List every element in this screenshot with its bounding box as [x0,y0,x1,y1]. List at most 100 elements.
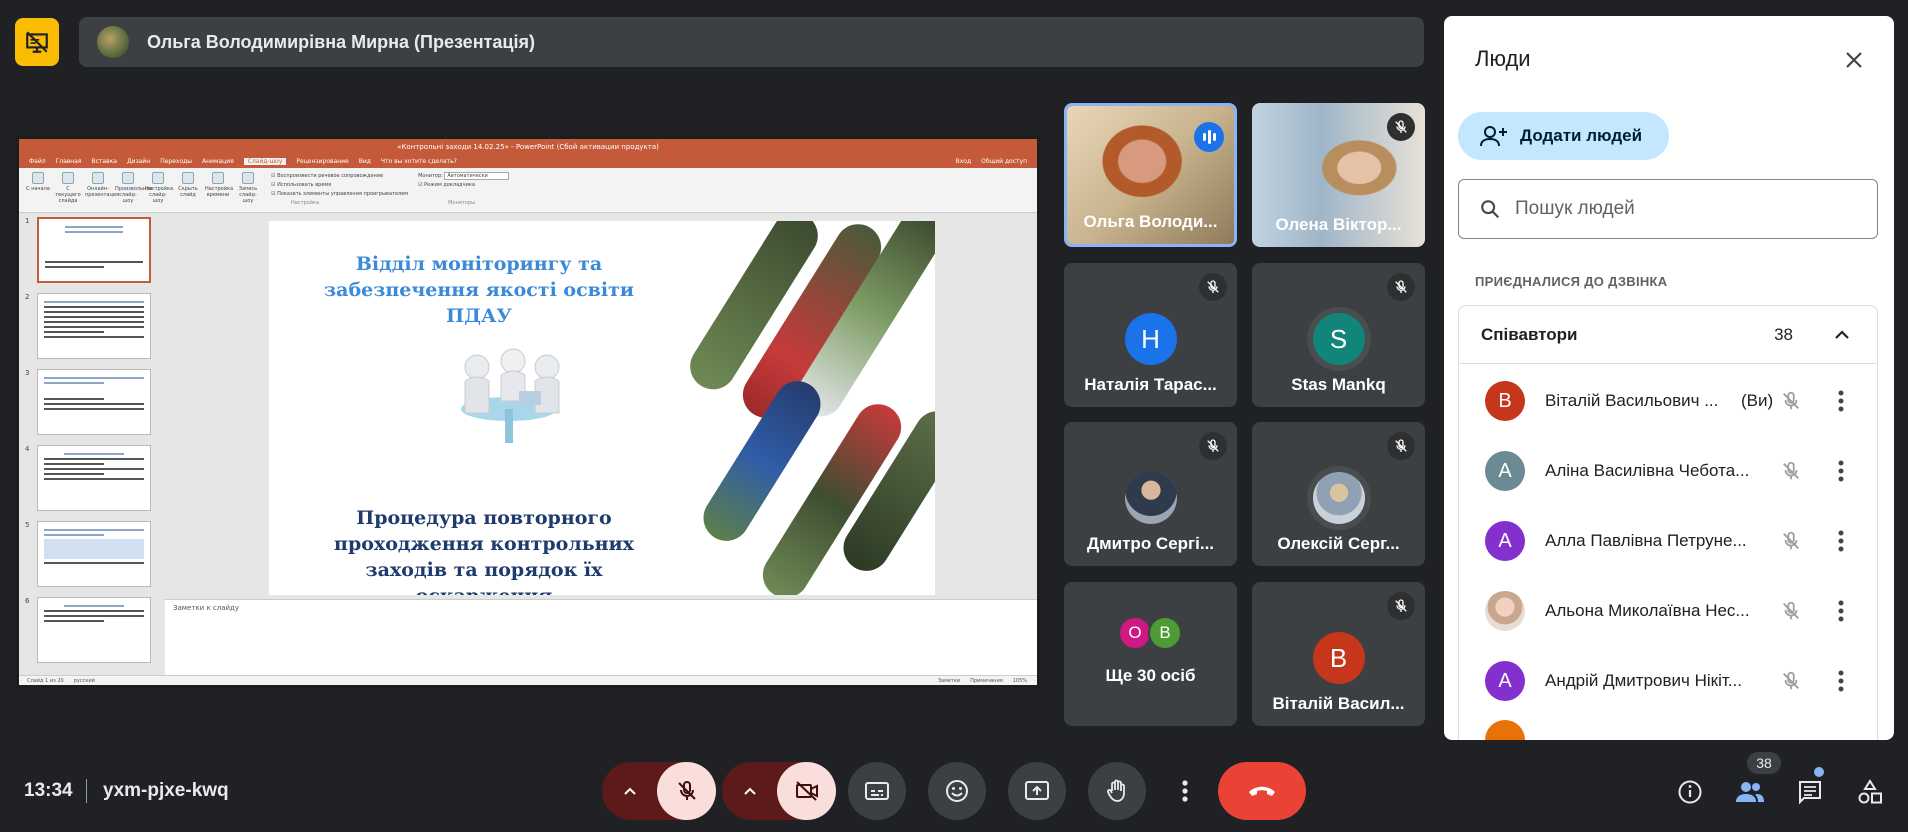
slide-thumbnail [37,369,151,435]
list-item[interactable]: В Віталій Васильович ... (Ви) [1459,366,1879,436]
mic-off-icon[interactable] [1777,457,1805,485]
presentation-off-icon[interactable] [15,18,59,66]
powerpoint-window: «Контрольні заходи 14.02.25» - PowerPoin… [19,139,1037,685]
slide-thumbnail [37,217,151,283]
raise-hand-button[interactable] [1088,762,1146,820]
participant-avatar: В [1148,616,1182,650]
search-icon [1481,200,1500,219]
participant-name: Віталій Васильович ... [1545,391,1719,410]
participant-tile[interactable]: Дмитро Сергі... [1064,422,1237,566]
ppt-ribbon-button: Онлайн-презентация [85,172,119,198]
mic-off-icon[interactable] [1777,527,1805,555]
mic-off-icon[interactable] [1777,597,1805,625]
participant-avatar: О [1118,616,1152,650]
participant-name: Віталій Васил... [1272,694,1405,713]
add-people-button[interactable]: Додати людей [1458,112,1669,160]
participant-tile[interactable]: Н Наталія Тарас... [1064,263,1237,407]
more-options-icon[interactable] [1827,667,1855,695]
leave-call-button[interactable] [1218,762,1306,820]
more-options-icon[interactable] [1827,457,1855,485]
chevron-up-icon[interactable] [722,762,777,820]
participant-avatar: А [1485,451,1525,491]
mic-off-icon[interactable] [1777,667,1805,695]
ppt-share: Общий доступ [981,158,1027,165]
slide-heading: Відділ моніторингу та забезпечення якост… [324,253,634,327]
hand-icon [1107,779,1125,802]
list-item[interactable]: А Алла Павлівна Петруне... [1459,506,1879,576]
participant-tile[interactable]: Ольга Володи... [1064,103,1237,247]
ppt-ribbon-button: С текущего слайда [55,172,81,204]
ppt-ribbon: С начала С текущего слайда Онлайн-презен… [19,168,1037,213]
list-item[interactable]: А Аліна Василівна Чебота... [1459,436,1879,506]
ppt-tab: Дизайн [126,158,151,165]
mic-off-icon [1199,273,1227,301]
mic-off-icon [1387,273,1415,301]
people-search[interactable] [1458,179,1878,239]
ppt-tab: Анимация [202,158,234,165]
participant-name: Олексій Серг... [1277,534,1400,553]
current-slide: Відділ моніторингу та забезпечення якост… [269,221,935,595]
participant-tile[interactable]: В Віталій Васил... [1252,582,1425,726]
list-item[interactable]: А Андрій Дмитрович Нікіт... [1459,646,1879,716]
more-vert-icon [1182,780,1188,802]
participants-count-badge: 38 [1747,752,1781,774]
ppt-ribbon-button: Запись слайд-шоу [235,172,261,204]
participant-avatar [1124,472,1177,524]
more-options-icon[interactable] [1827,597,1855,625]
participant-name: Наталія Тарас... [1084,375,1217,394]
presentation-title: Ольга Володимирівна Мирна (Презентація) [147,31,535,52]
mic-off-icon[interactable] [1777,387,1805,415]
activities-icon[interactable] [1854,776,1886,808]
mic-off-icon [1387,592,1415,620]
participant-avatar: В [1485,381,1525,421]
add-person-icon [1480,126,1507,147]
slide-thumbnail [37,445,151,511]
chat-icon[interactable] [1794,776,1826,808]
more-participants-tile[interactable]: О В Ще 30 осіб [1064,582,1237,726]
participant-tile[interactable]: Олексій Серг... [1252,422,1425,566]
participant-name: Алла Павлівна Петруне... [1545,531,1747,550]
chevron-up-icon[interactable] [602,762,657,820]
participant-name: Андрій Дмитрович Нікіт... [1545,671,1742,690]
mic-off-button[interactable] [657,762,716,820]
captions-icon [865,782,889,800]
participant-avatar: S [1312,313,1365,365]
ppt-ribbon-button: С начала [25,172,51,192]
captions-button[interactable] [848,762,906,820]
ppt-monitor-options: Монитор: Автоматически ☑ Режим докладчик… [418,172,509,208]
people-panel: Люди Додати людей ПРИЄДНАЛИСЯ ДО ДЗВІНКА… [1444,16,1894,740]
ppt-status-bar: Слайд 1 из 20 русский Заметки Примечания… [19,675,1037,685]
ppt-ribbon-button: Произвольное слайд-шоу [115,172,152,204]
microphone-control [602,762,716,820]
ppt-ribbon-tabs: Файл Главная Вставка Дизайн Переходы Ани… [19,155,1037,168]
participant-name: Stas Mankq [1291,375,1386,394]
reactions-button[interactable] [928,762,986,820]
participant-avatar: Н [1124,313,1177,365]
more-options-icon[interactable] [1827,387,1855,415]
group-header[interactable]: Співавтори 38 [1459,306,1877,364]
mic-off-icon [1199,432,1227,460]
mic-off-icon [677,780,696,800]
chevron-up-icon[interactable] [1833,326,1851,344]
emoji-icon [946,780,968,802]
list-item[interactable]: Альона Миколаївна Нес... [1459,576,1879,646]
present-button[interactable] [1008,762,1066,820]
group-name: Співавтори [1481,324,1578,344]
people-icon[interactable] [1734,776,1766,808]
participant-avatar: А [1485,521,1525,561]
close-icon[interactable] [1840,46,1868,74]
meeting-code: yxm-pjxe-kwq [103,780,229,801]
more-options-button[interactable] [1168,762,1202,820]
more-options-icon[interactable] [1827,527,1855,555]
more-participants-label: Ще 30 осіб [1105,666,1196,685]
search-input[interactable] [1515,198,1855,220]
participant-name: Аліна Василівна Чебота... [1545,461,1750,480]
participant-tile[interactable]: Олена Віктор... [1252,103,1425,247]
clock: 13:34 [24,780,73,801]
mic-off-icon [1387,432,1415,460]
meeting-info-icon[interactable] [1674,776,1706,808]
camera-off-button[interactable] [777,762,836,820]
camera-off-icon [795,781,818,801]
participant-tile[interactable]: S Stas Mankq [1252,263,1425,407]
ppt-tab: Рецензирование [296,158,349,165]
